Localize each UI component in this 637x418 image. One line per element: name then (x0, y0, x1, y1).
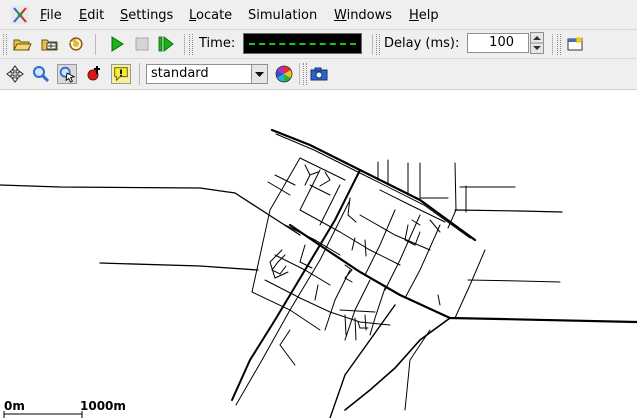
road-east-3 (467, 279, 561, 283)
chevron-down-icon[interactable] (251, 65, 267, 83)
screenshot-button[interactable] (309, 64, 329, 84)
road-east (454, 209, 563, 213)
road-southwest-highway (231, 169, 361, 401)
stop-button[interactable] (132, 34, 152, 54)
road-west-south (99, 262, 259, 271)
menu-file[interactable]: File (40, 8, 62, 24)
screenshot-icon (310, 67, 328, 81)
road-north-5 (447, 162, 457, 229)
step-icon (158, 35, 174, 53)
toolbar-separator (552, 34, 553, 55)
toolbar-separator (372, 34, 373, 55)
scale-start-label: 0m (4, 399, 25, 413)
network-view[interactable]: 0m 1000m (0, 90, 637, 418)
color-wheel-icon (275, 65, 293, 83)
delay-spinner[interactable] (530, 32, 544, 54)
menu-edit[interactable]: Edit (79, 8, 104, 24)
toolbar-separator (95, 34, 96, 55)
select-icon (59, 66, 76, 83)
step-button[interactable] (156, 34, 176, 54)
recenter-view-button[interactable] (5, 64, 25, 84)
railway (270, 128, 477, 242)
open-network-icon (41, 39, 58, 51)
road-south (344, 317, 451, 411)
delay-input[interactable]: 100 (467, 33, 529, 53)
run-button[interactable] (107, 34, 127, 54)
toolbar-grip[interactable] (189, 34, 193, 55)
road-network[interactable] (0, 90, 637, 418)
breakpoint-icon (87, 66, 100, 81)
road-east-4 (454, 249, 486, 319)
color-scheme-value: standard (151, 66, 209, 81)
open-network-button[interactable] (40, 34, 60, 54)
open-folder-icon (13, 39, 32, 51)
reload-button[interactable] (66, 34, 86, 54)
view-toolbar (0, 59, 637, 90)
reload-icon (69, 37, 83, 51)
toolbar-separator (299, 63, 300, 85)
menu-locate[interactable]: Locate (189, 8, 232, 24)
menu-simulation[interactable]: Simulation (248, 8, 317, 24)
menu-windows[interactable]: Windows (334, 8, 392, 24)
time-display (243, 33, 362, 54)
toolbar-grip[interactable] (376, 34, 380, 55)
time-label: Time: (199, 36, 236, 51)
toolbar-grip[interactable] (3, 34, 7, 55)
stop-icon (135, 37, 149, 51)
breakpoint-button[interactable] (84, 64, 104, 84)
spinner-arrows-icon (531, 36, 543, 50)
run-icon (111, 36, 124, 52)
color-wheel-button[interactable] (274, 64, 294, 84)
road-north-4 (419, 162, 449, 199)
sumo-logo-icon (11, 6, 29, 24)
menu-bar: File Edit Settings Locate Simulation Win… (0, 0, 637, 30)
road-west (0, 184, 301, 236)
locate-icon (33, 66, 50, 83)
new-view-button[interactable] (565, 34, 585, 54)
color-scheme-select[interactable]: standard (146, 64, 268, 84)
toolbar-separator (139, 63, 140, 85)
new-view-icon (567, 36, 583, 51)
select-mode-button[interactable] (57, 64, 77, 84)
menu-help[interactable]: Help (409, 8, 439, 24)
delay-label: Delay (ms): (384, 36, 460, 51)
locate-button[interactable] (31, 64, 51, 84)
toolbar-separator (184, 34, 185, 55)
menu-settings[interactable]: Settings (120, 8, 173, 24)
info-icon (114, 67, 128, 82)
time-value (249, 43, 356, 45)
road-main-diagonal (288, 223, 637, 324)
scale-end-label: 1000m (80, 399, 126, 413)
toolbar-grip[interactable] (303, 63, 307, 85)
info-button[interactable] (111, 64, 131, 84)
toolbar-grip[interactable] (557, 34, 561, 55)
open-folder-button[interactable] (12, 34, 32, 54)
recenter-view-icon (6, 65, 24, 83)
